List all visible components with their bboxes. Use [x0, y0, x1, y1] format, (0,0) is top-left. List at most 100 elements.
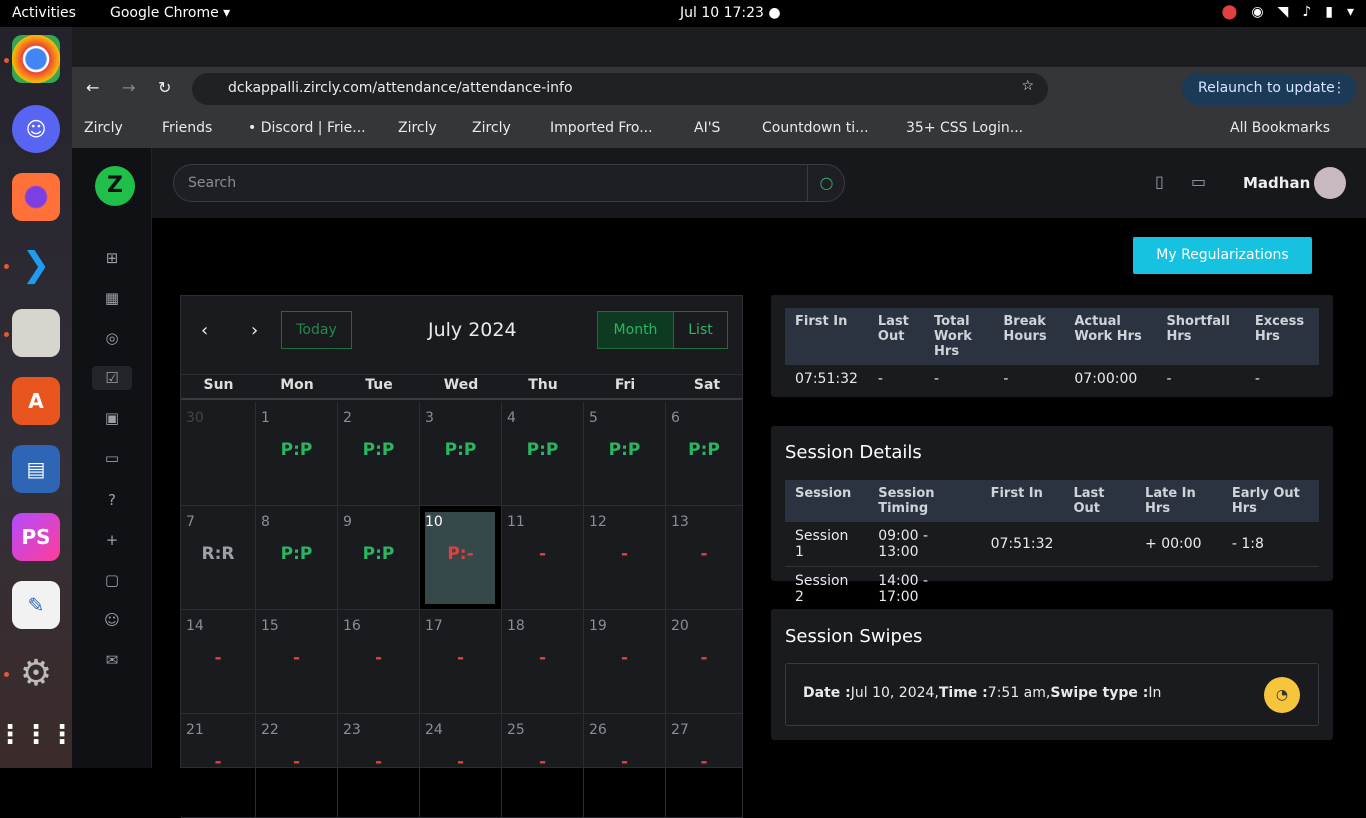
back-icon[interactable]: ←: [86, 78, 99, 97]
today-button[interactable]: Today: [281, 311, 352, 349]
user-name[interactable]: Madhan: [1243, 174, 1310, 192]
vscode-dock-icon[interactable]: ❯: [12, 241, 60, 289]
attendance-status: -: [214, 752, 222, 772]
table-cell: - 1:8: [1231, 536, 1264, 552]
app-menu[interactable]: Google Chrome ▾: [110, 5, 230, 21]
calendar-day[interactable]: 26-: [584, 714, 666, 818]
settings-dock-icon[interactable]: ⚙: [12, 649, 60, 697]
bookmark-item[interactable]: Countdown ti...: [762, 120, 869, 136]
month-view-button[interactable]: Month: [597, 311, 674, 349]
bookmark-item[interactable]: Zircly: [472, 120, 511, 136]
time-label: Time :: [938, 685, 988, 701]
add-user-icon[interactable]: +: [100, 528, 124, 552]
calendar-day[interactable]: 24-: [420, 714, 502, 818]
app-center-dock-icon[interactable]: A: [12, 377, 60, 425]
show-apps-icon[interactable]: ⋮⋮⋮: [0, 711, 75, 759]
calendar-day[interactable]: 22-: [256, 714, 338, 818]
bookmark-item[interactable]: Friends: [162, 120, 212, 136]
attendance-status: P:P: [280, 544, 313, 564]
list-view-button[interactable]: List: [673, 311, 728, 349]
dashboard-icon[interactable]: ⊞: [100, 246, 124, 270]
system-tray[interactable]: ⬤ ◉ ◥ ♪ ▮ ▾: [1222, 4, 1354, 20]
calendar-day[interactable]: 13-: [666, 506, 743, 610]
search-input[interactable]: Search: [173, 164, 845, 202]
calendar-day[interactable]: 9 P:P: [338, 506, 420, 610]
calendar-day[interactable]: 5 P:P: [584, 402, 666, 506]
calendar-day[interactable]: 10 P:-: [420, 506, 502, 610]
calendar-day[interactable]: 27-: [666, 714, 743, 818]
table-cell: 07:51:32: [795, 371, 858, 387]
calendar-day[interactable]: 20-: [666, 610, 743, 714]
calendar-day[interactable]: 6 P:P: [666, 402, 743, 506]
calendar-title: July 2024: [428, 319, 517, 341]
bookmark-item[interactable]: Zircly: [398, 120, 437, 136]
calendar-day[interactable]: 8 P:P: [256, 506, 338, 610]
calendar-day[interactable]: 30: [181, 402, 256, 506]
clock[interactable]: Jul 10 17:23 ●: [680, 5, 781, 21]
discord-dock-icon[interactable]: ☺: [12, 105, 60, 153]
table-cell: -: [1166, 371, 1172, 387]
monitor-icon[interactable]: ▭: [100, 446, 124, 470]
calendar-day[interactable]: 12-: [584, 506, 666, 610]
search-icon[interactable]: ○: [807, 164, 845, 202]
text-editor-dock-icon[interactable]: ✎: [12, 581, 60, 629]
calendar-day[interactable]: 4 P:P: [502, 402, 584, 506]
calendar-icon[interactable]: ▣: [100, 406, 124, 430]
target-icon[interactable]: ◎: [100, 326, 124, 350]
calendar-day[interactable]: 2 P:P: [338, 402, 420, 506]
chrome-dock-icon[interactable]: [12, 35, 60, 83]
calendar-day[interactable]: 21-: [181, 714, 256, 818]
calendar-day[interactable]: 25-: [502, 714, 584, 818]
calendar-day[interactable]: 17-: [420, 610, 502, 714]
attendance-status: P:P: [280, 440, 313, 460]
attendance-icon[interactable]: ☑: [92, 366, 132, 390]
bookmark-item[interactable]: 35+ CSS Login...: [906, 120, 1023, 136]
all-bookmarks-folder[interactable]: All Bookmarks: [1230, 120, 1330, 136]
phpstorm-dock-icon[interactable]: PS: [12, 513, 60, 561]
book-icon[interactable]: ▯: [1155, 172, 1164, 191]
day-number: 18: [507, 618, 525, 634]
bookmark-item[interactable]: Zircly: [84, 120, 123, 136]
mail-icon[interactable]: ✉: [100, 648, 124, 672]
calendar-day[interactable]: 15-: [256, 610, 338, 714]
day-number: 17: [425, 618, 443, 634]
calendar-day[interactable]: 11-: [502, 506, 584, 610]
bookmark-folder[interactable]: Imported Fro...: [550, 120, 653, 136]
calendar-day[interactable]: 3 P:P: [420, 402, 502, 506]
document-viewer-dock-icon[interactable]: ▤: [12, 445, 60, 493]
calendar-day[interactable]: 7 R:R: [181, 506, 256, 610]
zircly-logo[interactable]: Z: [95, 166, 135, 206]
attendance-status: -: [700, 544, 708, 564]
users-icon[interactable]: ☺: [100, 608, 124, 632]
activities-button[interactable]: Activities: [12, 5, 76, 21]
avatar[interactable]: [1314, 167, 1346, 199]
reload-icon[interactable]: ↻: [158, 78, 171, 97]
bookmark-folder[interactable]: AI'S: [694, 120, 720, 136]
relaunch-button[interactable]: Relaunch to update ⋮: [1182, 73, 1356, 105]
next-month-icon[interactable]: ›: [251, 320, 258, 341]
relaunch-label: Relaunch to update: [1198, 80, 1335, 96]
column-header: Last Out: [1063, 480, 1136, 522]
chat-icon[interactable]: ▢: [100, 568, 124, 592]
day-number: 15: [261, 618, 279, 634]
layout-icon[interactable]: ▦: [100, 286, 124, 310]
calendar-day[interactable]: 18-: [502, 610, 584, 714]
address-bar[interactable]: dckappalli.zircly.com/attendance/attenda…: [192, 73, 1048, 105]
calendar-day[interactable]: 23-: [338, 714, 420, 818]
monitor-alert-icon[interactable]: ▭: [1191, 172, 1206, 191]
bookmark-star-icon[interactable]: ☆: [1021, 78, 1034, 94]
firefox-dock-icon[interactable]: [12, 173, 60, 221]
calendar-day[interactable]: 1 P:P: [256, 402, 338, 506]
day-number: 26: [589, 722, 607, 738]
calendar-day[interactable]: 19-: [584, 610, 666, 714]
day-number: 2: [343, 410, 352, 426]
my-regularizations-button[interactable]: My Regularizations: [1133, 237, 1312, 274]
prev-month-icon[interactable]: ‹: [201, 320, 208, 341]
calendar-day[interactable]: 16-: [338, 610, 420, 714]
table-cell: -: [1003, 371, 1009, 387]
calendar-day[interactable]: 14-: [181, 610, 256, 714]
help-icon[interactable]: ?: [100, 488, 124, 512]
bookmark-item[interactable]: • Discord | Frie...: [248, 120, 366, 136]
forward-icon[interactable]: →: [122, 78, 135, 97]
files-dock-icon[interactable]: [12, 309, 60, 357]
